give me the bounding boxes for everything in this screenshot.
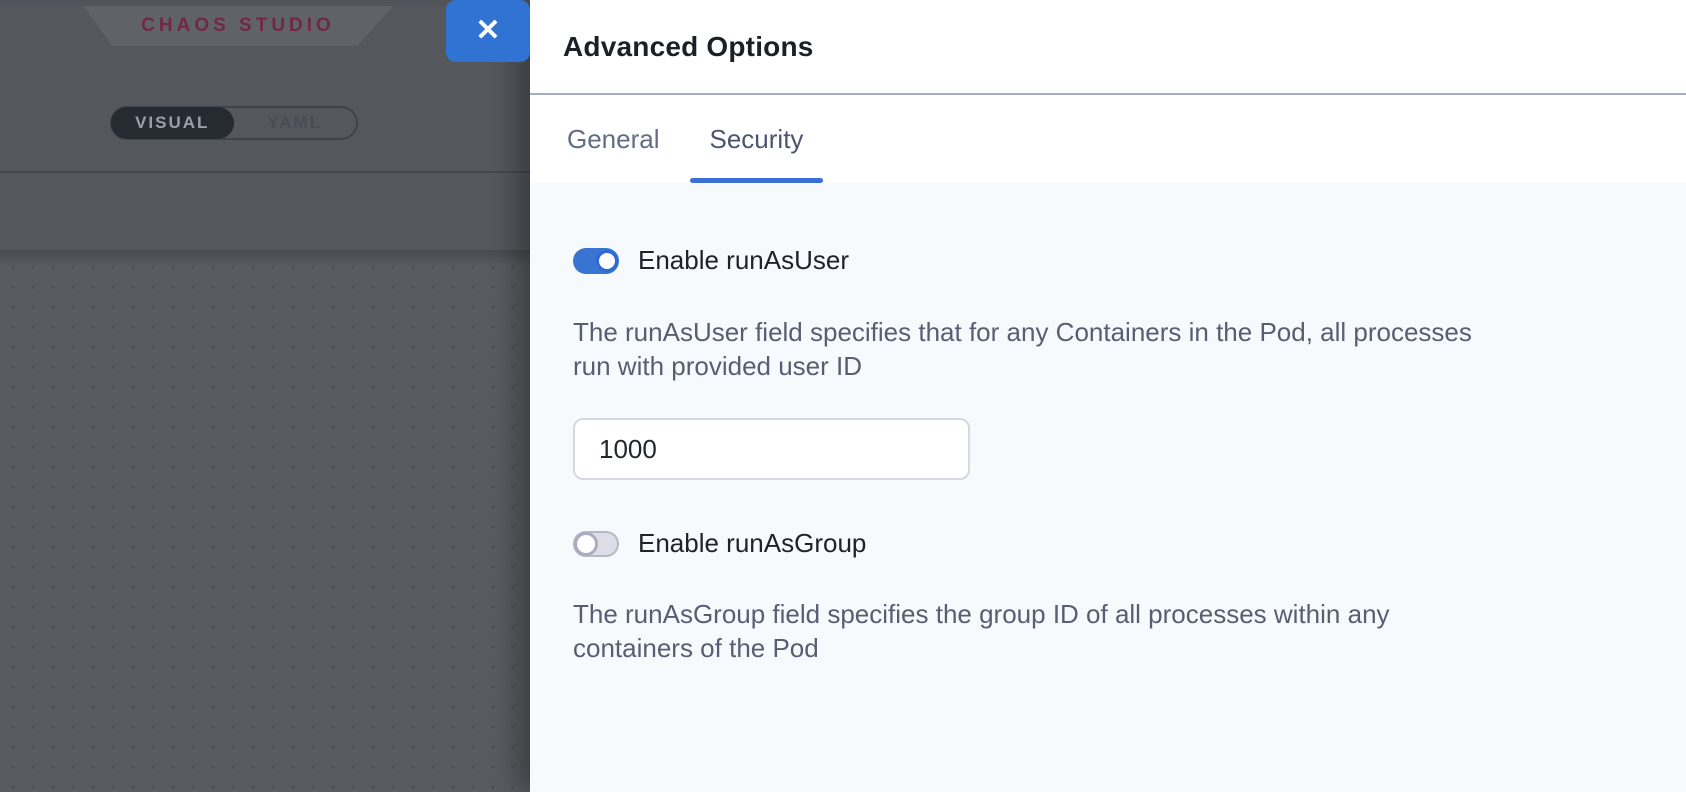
canvas-stage-scrim: CHAOS STUDIO VISUAL YAML <box>0 0 530 792</box>
run-as-group-toggle[interactable] <box>573 531 619 557</box>
panel-title: Advanced Options <box>563 31 814 63</box>
tab-general[interactable]: General <box>547 95 680 183</box>
brand-title: CHAOS STUDIO <box>141 15 335 37</box>
run-as-user-input[interactable] <box>573 418 970 480</box>
stage-divider <box>0 171 530 173</box>
run-as-user-label: Enable runAsUser <box>638 245 849 276</box>
close-panel-button[interactable]: ✕ <box>446 0 530 62</box>
close-icon: ✕ <box>475 16 500 46</box>
active-tab-indicator <box>690 178 824 183</box>
tab-bar: General Security <box>530 95 1686 183</box>
yaml-mode-tab[interactable]: YAML <box>234 108 357 138</box>
toggle-knob <box>574 532 598 556</box>
security-tab-content: Enable runAsUser The runAsUser field spe… <box>530 183 1686 792</box>
advanced-options-panel: Advanced Options General Security Enable… <box>530 0 1686 792</box>
run-as-group-label: Enable runAsGroup <box>638 528 866 559</box>
dotted-canvas <box>0 250 530 792</box>
visual-mode-tab[interactable]: VISUAL <box>111 107 234 139</box>
tab-security-label: Security <box>710 124 804 155</box>
run-as-group-description: The runAsGroup field specifies the group… <box>573 597 1626 665</box>
run-as-user-row: Enable runAsUser <box>573 245 1626 276</box>
toggle-knob <box>596 250 618 272</box>
tab-security[interactable]: Security <box>690 95 824 183</box>
run-as-user-toggle[interactable] <box>573 248 619 274</box>
run-as-group-row: Enable runAsGroup <box>573 528 1626 559</box>
panel-header: Advanced Options <box>530 0 1686 95</box>
run-as-user-description: The runAsUser field specifies that for a… <box>573 315 1626 383</box>
view-mode-switch[interactable]: VISUAL YAML <box>110 106 358 140</box>
brand-banner: CHAOS STUDIO <box>83 6 393 46</box>
